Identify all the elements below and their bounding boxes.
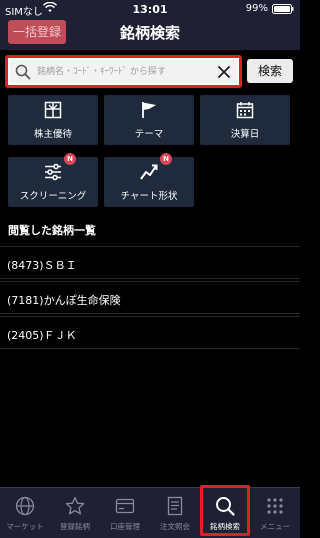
tile-screening[interactable]: N スクリーニング — [8, 153, 98, 207]
tab-label: 口座管理 — [110, 522, 140, 531]
tab-menu[interactable]: メニュー — [250, 488, 300, 538]
history-item-label: (7181)かんぽ生命保険 — [7, 294, 121, 307]
tile-shareholder-benefits[interactable]: 株主優待 — [8, 95, 98, 145]
tile-label: スクリーニング — [19, 191, 87, 202]
sliders-icon — [45, 163, 61, 181]
tile-theme[interactable]: テーマ — [104, 95, 194, 145]
search-input[interactable] — [37, 63, 197, 81]
star-icon — [65, 496, 85, 515]
battery-percentage: 99% — [245, 3, 268, 14]
tab-account[interactable]: 口座管理 — [100, 488, 150, 538]
tab-watchlist[interactable]: 登録銘柄 — [50, 488, 100, 538]
page-title: 銘柄検索 — [119, 24, 180, 42]
search-icon — [216, 497, 235, 516]
history-item[interactable]: (8473)ＳＢＩ — [0, 246, 300, 279]
search-box — [5, 55, 242, 88]
clear-icon[interactable] — [217, 65, 231, 79]
battery-icon — [272, 4, 294, 14]
search-button[interactable]: 検索 — [247, 59, 293, 83]
document-icon — [167, 496, 183, 516]
tile-earnings-date[interactable]: 決算日 — [200, 95, 290, 145]
search-row: 検索 — [0, 52, 300, 90]
wallet-icon — [115, 498, 135, 514]
grid-menu-icon — [267, 498, 283, 514]
history-item[interactable]: (2405)ＦＪＫ — [0, 316, 300, 349]
tile-label: チャート形状 — [120, 191, 178, 202]
globe-icon — [15, 496, 35, 516]
tab-label: 注文照会 — [160, 522, 190, 531]
gift-icon — [44, 101, 62, 119]
tile-label: テーマ — [134, 129, 164, 140]
status-bar: SIMなし 13:01 99% — [0, 0, 300, 18]
history-item-label: (8473)ＳＢＩ — [7, 259, 77, 272]
search-icon — [15, 64, 31, 80]
tab-orders[interactable]: 注文照会 — [150, 488, 200, 538]
bottom-tab-bar: マーケット 登録銘柄 口座管理 注文照会 銘柄検索 メニュー — [0, 487, 300, 538]
tab-label: 登録銘柄 — [60, 522, 90, 531]
calendar-icon — [236, 102, 254, 119]
tab-label: メニュー — [260, 522, 290, 531]
search-field[interactable] — [10, 60, 237, 83]
flag-icon — [142, 102, 156, 118]
chart-trend-icon — [140, 164, 158, 180]
new-badge: N — [64, 153, 76, 165]
new-badge: N — [160, 153, 172, 165]
tile-label: 株主優待 — [33, 129, 72, 140]
tile-chart-shape[interactable]: N チャート形状 — [104, 153, 194, 207]
tab-market[interactable]: マーケット — [0, 488, 50, 538]
history-item-label: (2405)ＦＪＫ — [7, 329, 77, 342]
tile-label: 決算日 — [230, 129, 260, 140]
tab-stock-search[interactable]: 銘柄検索 — [200, 488, 250, 538]
tab-label: マーケット — [6, 522, 44, 531]
history-heading: 閲覧した銘柄一覧 — [8, 224, 96, 237]
tab-label: 銘柄検索 — [210, 522, 240, 531]
app-header: SIMなし 13:01 99% 一括登録 銘柄検索 — [0, 0, 300, 50]
history-item[interactable]: (7181)かんぽ生命保険 — [0, 281, 300, 314]
